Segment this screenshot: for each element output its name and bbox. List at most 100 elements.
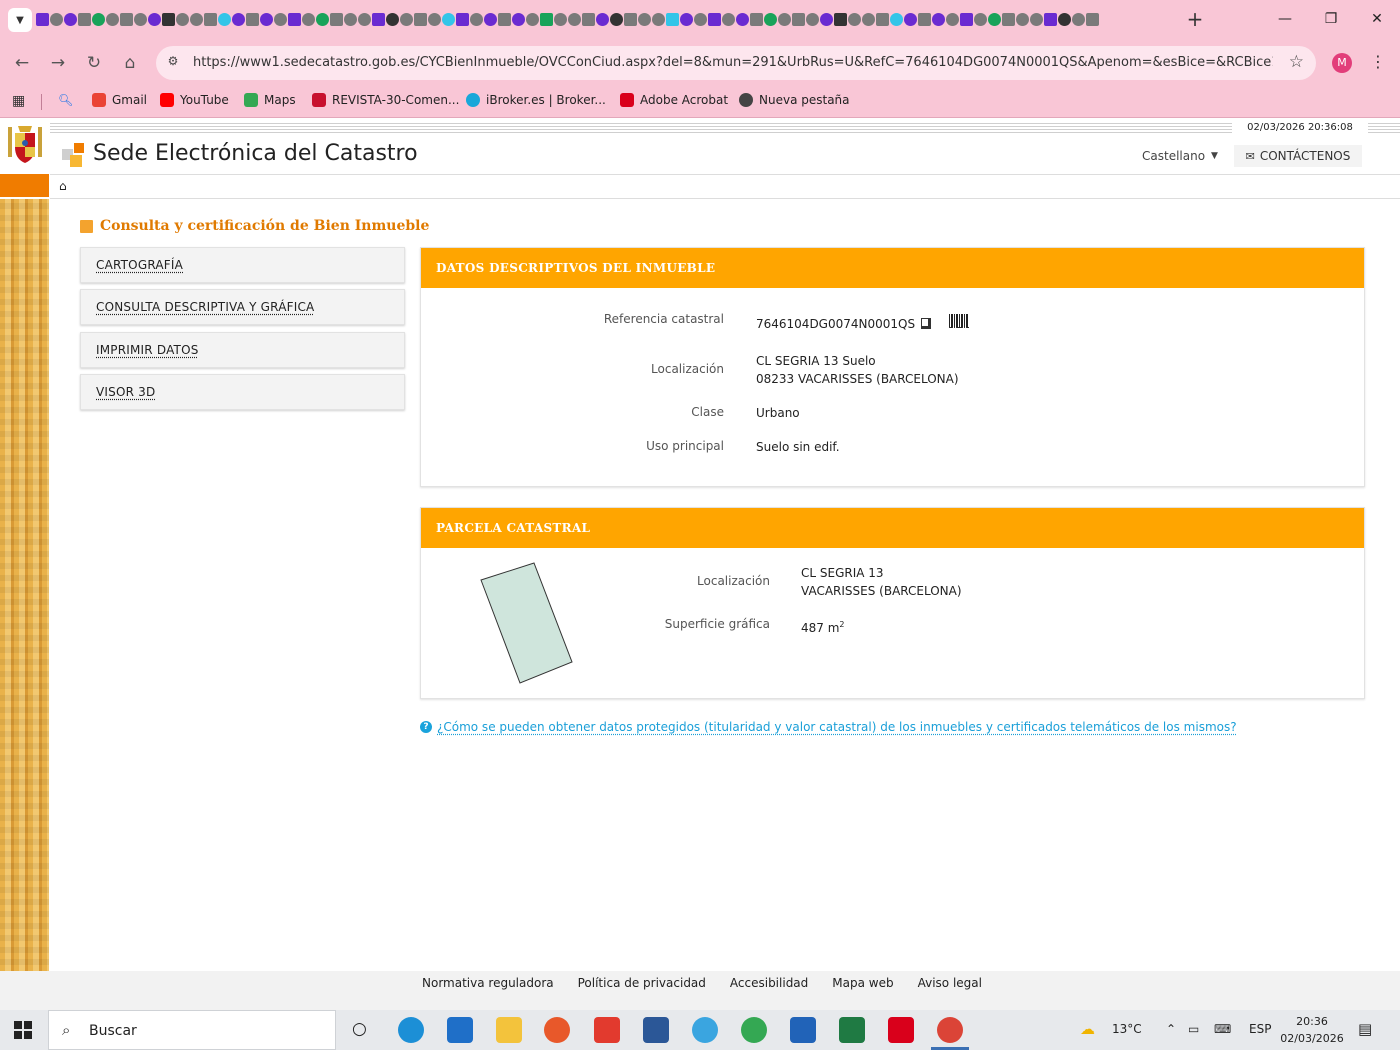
pinned-tab-favicon[interactable] (582, 13, 595, 26)
footer-link-aviso-legal[interactable]: Aviso legal (918, 976, 982, 990)
pinned-tab-favicon[interactable] (694, 13, 707, 26)
pinned-tab-favicon[interactable] (288, 13, 301, 26)
pinned-tab-favicon[interactable] (1002, 13, 1015, 26)
bookmark-new-tab[interactable]: Nueva pestaña (739, 93, 850, 107)
footer-link-mapa-web[interactable]: Mapa web (832, 976, 893, 990)
chrome-taskbar-icon[interactable] (741, 1017, 767, 1043)
pinned-tab-favicon[interactable] (862, 13, 875, 26)
reload-button[interactable]: ↻ (82, 51, 106, 75)
taskbar-clock[interactable]: 20:36 02/03/2026 (1280, 1013, 1344, 1047)
pinned-tab-favicon[interactable] (442, 13, 455, 26)
home-button[interactable]: ⌂ (118, 51, 142, 75)
pinned-tab-favicon[interactable] (526, 13, 539, 26)
pinned-tab-favicon[interactable] (414, 13, 427, 26)
pinned-tab-favicon[interactable] (428, 13, 441, 26)
pinned-tab-favicon[interactable] (176, 13, 189, 26)
bookmark-maps[interactable]: Maps (244, 93, 296, 107)
pinned-tab-favicon[interactable] (134, 13, 147, 26)
copy-icon[interactable] (921, 318, 932, 329)
pinned-tab-favicon[interactable] (148, 13, 161, 26)
pinned-tab-favicon[interactable] (820, 13, 833, 26)
excel-icon[interactable] (839, 1017, 865, 1043)
menu-item-visor-3d[interactable]: VISOR 3D (80, 374, 405, 410)
acrobat-taskbar-icon[interactable] (888, 1017, 914, 1043)
bookmark-star-icon[interactable]: ☆ (1289, 52, 1304, 72)
pinned-tab-favicon[interactable] (750, 13, 763, 26)
pinned-tab-favicon[interactable] (92, 13, 105, 26)
pinned-tab-favicon[interactable] (1086, 13, 1099, 26)
pinned-tab-favicon[interactable] (848, 13, 861, 26)
menu-item-consulta-descriptiva[interactable]: CONSULTA DESCRIPTIVA Y GRÁFICA (80, 289, 405, 325)
pinned-tab-favicon[interactable] (610, 13, 623, 26)
pinned-tab-favicon[interactable] (778, 13, 791, 26)
pinned-tab-favicon[interactable] (512, 13, 525, 26)
pinned-tab-favicon[interactable] (918, 13, 931, 26)
restore-button[interactable]: ❐ (1316, 8, 1346, 30)
footer-link-accesibilidad[interactable]: Accesibilidad (730, 976, 808, 990)
pinned-tab-favicon[interactable] (554, 13, 567, 26)
pinned-tab-favicon[interactable] (1044, 13, 1057, 26)
tray-chevron-icon[interactable]: ⌃ (1166, 1022, 1176, 1036)
pinned-tab-favicon[interactable] (946, 13, 959, 26)
anydesk-icon[interactable] (594, 1017, 620, 1043)
pinned-tab-favicon[interactable] (78, 13, 91, 26)
chrome-profile-icon[interactable] (937, 1017, 963, 1043)
task-view-icon[interactable]: ○ (352, 1019, 367, 1039)
pinned-tab-favicon[interactable] (666, 13, 679, 26)
store-icon[interactable] (790, 1017, 816, 1043)
pinned-tab-favicon[interactable] (302, 13, 315, 26)
menu-item-imprimir-datos[interactable]: IMPRIMIR DATOS (80, 332, 405, 368)
pinned-tab-favicon[interactable] (1058, 13, 1071, 26)
pinned-tab-favicon[interactable] (890, 13, 903, 26)
barcode-icon[interactable] (949, 314, 969, 328)
pinned-tab-favicon[interactable] (386, 13, 399, 26)
bookmark-revista[interactable]: REVISTA-30-Comen... (312, 93, 459, 107)
pinned-tab-favicon[interactable] (120, 13, 133, 26)
pinned-tab-favicon[interactable] (456, 13, 469, 26)
firefox-icon[interactable] (544, 1017, 570, 1043)
pinned-tab-favicon[interactable] (470, 13, 483, 26)
pinned-tab-favicon[interactable] (162, 13, 175, 26)
pinned-tab-favicon[interactable] (680, 13, 693, 26)
bookmark-ibroker[interactable]: iBroker.es | Broker... (466, 93, 606, 107)
home-icon[interactable]: ⌂ (59, 179, 67, 193)
pinned-tab-favicon[interactable] (736, 13, 749, 26)
bookmark-gmail[interactable]: Gmail (92, 93, 147, 107)
pinned-tab-favicon[interactable] (722, 13, 735, 26)
language-selector[interactable]: Castellano ▼ (1142, 149, 1218, 163)
search-bookmark[interactable]: 🔍︎ (58, 93, 73, 107)
internet-explorer-icon[interactable] (692, 1017, 718, 1043)
bookmark-adobe-acrobat[interactable]: Adobe Acrobat (620, 93, 728, 107)
outlook-icon[interactable] (447, 1017, 473, 1043)
pinned-tab-favicon[interactable] (988, 13, 1001, 26)
file-explorer-icon[interactable] (496, 1017, 522, 1043)
pinned-tab-favicon[interactable] (36, 13, 49, 26)
edge-icon[interactable] (398, 1017, 424, 1043)
pinned-tab-favicon[interactable] (498, 13, 511, 26)
pinned-tab-favicon[interactable] (232, 13, 245, 26)
pinned-tab-favicon[interactable] (358, 13, 371, 26)
pinned-tab-favicon[interactable] (1016, 13, 1029, 26)
notifications-icon[interactable]: ▤ (1358, 1020, 1372, 1038)
forward-button[interactable]: → (46, 51, 70, 75)
pinned-tab-favicon[interactable] (974, 13, 987, 26)
pinned-tab-favicon[interactable] (246, 13, 259, 26)
pinned-tab-favicon[interactable] (764, 13, 777, 26)
pinned-tab-favicon[interactable] (316, 13, 329, 26)
keyboard-icon[interactable]: ⌨ (1214, 1022, 1231, 1036)
pinned-tab-favicon[interactable] (204, 13, 217, 26)
protected-data-link[interactable]: ¿Cómo se pueden obtener datos protegidos… (437, 720, 1237, 734)
address-bar[interactable]: ⚙ https://www1.sedecatastro.gob.es/CYCBi… (156, 46, 1316, 80)
pinned-tab-favicon[interactable] (106, 13, 119, 26)
pinned-tab-favicon[interactable] (960, 13, 973, 26)
minimize-button[interactable]: — (1270, 8, 1300, 30)
bookmark-youtube[interactable]: YouTube (160, 93, 229, 107)
pinned-tab-favicon[interactable] (540, 13, 553, 26)
input-language[interactable]: ESP (1249, 1022, 1271, 1036)
pinned-tab-favicon[interactable] (218, 13, 231, 26)
contact-button[interactable]: ✉ CONTÁCTENOS (1234, 145, 1362, 167)
pinned-tab-favicon[interactable] (806, 13, 819, 26)
pinned-tab-favicon[interactable] (260, 13, 273, 26)
parcel-shape-drawing[interactable] (477, 560, 577, 685)
back-button[interactable]: ← (10, 51, 34, 75)
